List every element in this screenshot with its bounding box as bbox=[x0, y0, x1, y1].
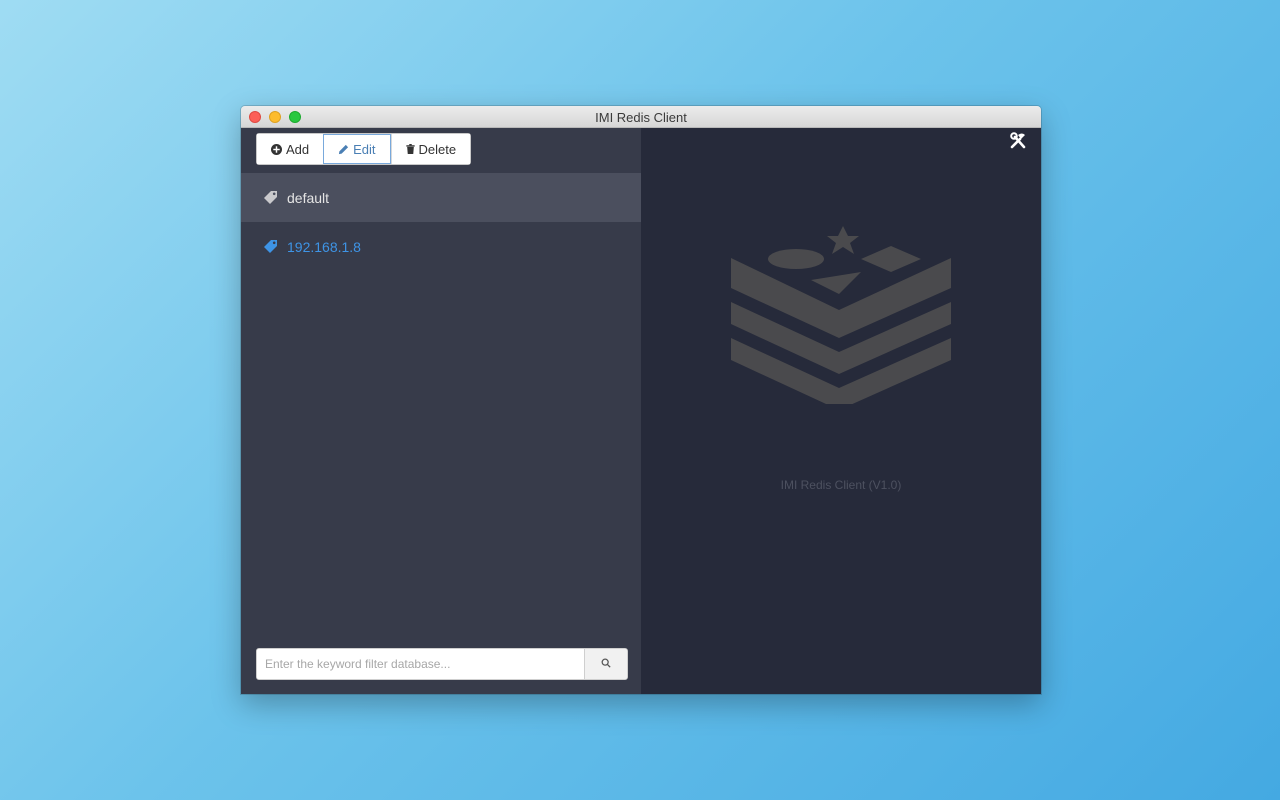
delete-button[interactable]: Delete bbox=[390, 134, 471, 164]
title-bar: IMI Redis Client bbox=[241, 106, 1041, 128]
delete-button-label: Delete bbox=[418, 141, 457, 157]
app-version-text: IMI Redis Client (V1.0) bbox=[780, 478, 902, 492]
app-window: IMI Redis Client Add Edit Delete default… bbox=[241, 106, 1041, 694]
search-button[interactable] bbox=[584, 649, 627, 679]
tag-icon bbox=[263, 239, 279, 255]
database-filter-input[interactable] bbox=[257, 649, 584, 679]
add-button-label: Add bbox=[286, 141, 310, 157]
edit-button-label: Edit bbox=[353, 141, 376, 157]
connection-sidebar: Add Edit Delete default 192.168.1.8 Ente… bbox=[241, 128, 641, 694]
connection-item-default[interactable]: default bbox=[241, 173, 641, 222]
connection-name: default bbox=[287, 189, 330, 206]
pencil-icon bbox=[338, 144, 349, 155]
window-title: IMI Redis Client bbox=[595, 110, 687, 125]
plus-circle-icon bbox=[271, 143, 282, 155]
redis-logo-icon bbox=[731, 224, 951, 410]
connection-name: 192.168.1.8 bbox=[287, 238, 361, 255]
main-panel: IMI Redis Client (V1.0) bbox=[641, 128, 1041, 694]
add-button[interactable]: Add bbox=[257, 134, 324, 164]
database-filter bbox=[256, 648, 628, 680]
connection-item-192-168-1-8[interactable]: 192.168.1.8 bbox=[241, 222, 641, 271]
edit-button[interactable]: Edit bbox=[323, 134, 391, 164]
tools-icon[interactable] bbox=[1009, 131, 1029, 151]
connection-toolbar: Add Edit Delete bbox=[256, 133, 472, 165]
trash-icon bbox=[405, 144, 415, 154]
tag-icon bbox=[263, 190, 279, 206]
search-icon bbox=[601, 655, 611, 673]
